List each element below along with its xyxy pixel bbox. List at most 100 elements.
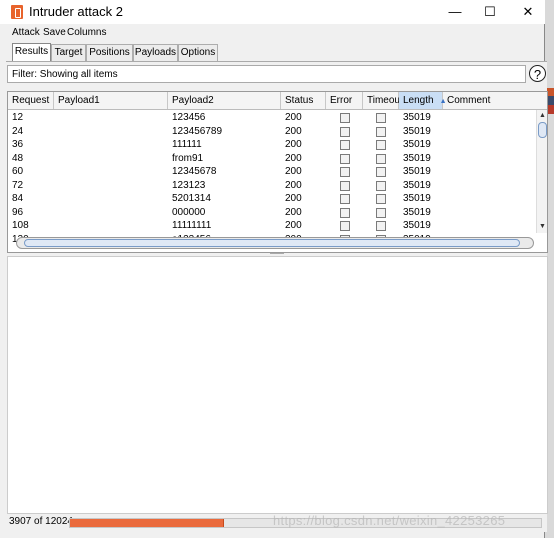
timeout-checkbox [376,167,386,177]
timeout-checkbox [376,221,386,231]
cell-status: 200 [285,206,302,218]
watermark: https://blog.csdn.net/weixin_42253265 [273,513,506,528]
cell-status: 200 [285,125,302,137]
cell-length: 35019 [403,193,431,204]
help-icon[interactable]: ? [529,65,546,82]
cell-request: 96 [12,206,24,218]
column-payload1[interactable]: Payload1 [54,92,168,109]
cell-payload2: 12345678 [172,166,217,177]
table-row[interactable]: 72 123123 200 35019 [8,179,536,193]
tab-positions[interactable]: Positions [86,44,133,61]
error-checkbox [340,167,350,177]
cell-request: 36 [12,139,24,150]
maximize-button[interactable]: ☐ [478,3,502,21]
error-checkbox [340,194,350,204]
cell-length: 35019 [403,166,431,177]
cell-status: 200 [285,220,302,231]
error-checkbox [340,180,350,191]
column-error[interactable]: Error [326,92,363,109]
error-checkbox [340,113,350,123]
column-request[interactable]: Request [8,92,54,109]
close-button[interactable]: ✕ [516,3,540,21]
cell-request: 60 [12,166,24,177]
intruder-attack-window: Intruder attack 2 — ☐ ✕ Attack Save Colu… [0,0,548,538]
error-checkbox [340,140,350,150]
cell-request: 84 [12,193,24,204]
column-status[interactable]: Status [281,92,326,109]
timeout-checkbox [376,140,386,150]
burp-app-icon [11,5,23,19]
cell-length: 35019 [403,139,431,150]
table-row[interactable]: 24 123456789 200 35019 [8,125,536,139]
table-row[interactable]: 48 from91 200 35019 [8,152,536,166]
tab-target[interactable]: Target [51,44,86,61]
cell-request: 12 [12,112,24,123]
cell-status: 200 [285,166,302,177]
column-timeout[interactable]: Timeout [363,92,403,109]
tab-options[interactable]: Options [178,44,218,61]
error-checkbox [340,126,350,137]
cell-length: 35019 [403,179,431,191]
minimize-button[interactable]: — [443,3,467,21]
table-row[interactable]: 108 11111111 200 35019 [8,219,536,233]
timeout-checkbox [376,194,386,204]
scroll-down-arrow-icon[interactable]: ▼ [538,222,547,231]
cell-status: 200 [285,139,302,150]
request-response-pane [7,256,548,514]
menu-save[interactable]: Save [43,27,66,38]
cell-payload2: 123456789 [172,125,223,137]
timeout-checkbox [376,207,386,218]
cell-payload2: from91 [172,152,204,164]
results-panel: Filter: Showing all items ? Request Payl… [6,61,548,532]
error-checkbox [340,153,350,164]
cell-length: 35019 [403,125,431,137]
cell-payload2: 000000 [172,206,206,218]
cell-length: 35019 [403,220,431,231]
timeout-checkbox [376,126,386,137]
window-title: Intruder attack 2 [29,4,123,19]
table-row[interactable]: 84 5201314 200 35019 [8,192,536,206]
cell-request: 108 [12,220,29,231]
scroll-up-arrow-icon[interactable]: ▲ [538,111,547,120]
vertical-scrollbar[interactable]: ▲ ▼ [536,110,547,233]
horizontal-scroll-thumb[interactable] [24,239,520,247]
menu-columns[interactable]: Columns [67,27,106,38]
column-comment[interactable]: Comment [443,92,547,109]
table-row[interactable]: 60 12345678 200 35019 [8,165,536,179]
vertical-scroll-thumb[interactable] [538,122,547,138]
timeout-checkbox [376,153,386,164]
cell-payload2: 111111 [172,139,202,150]
results-table: Request Payload1 Payload2 Status Error T… [7,91,548,253]
cell-length: 35019 [403,112,431,123]
cell-length: 35019 [403,206,431,218]
menu-attack[interactable]: Attack [12,27,40,38]
cell-status: 200 [285,152,302,164]
horizontal-scrollbar[interactable] [16,237,534,249]
table-row[interactable]: 96 000000 200 35019 [8,206,536,220]
title-bar: Intruder attack 2 — ☐ ✕ [0,0,545,24]
progress-count: 3907 of 12024 [9,516,73,527]
timeout-checkbox [376,180,386,191]
column-payload2[interactable]: Payload2 [168,92,281,109]
cell-payload2: 11111111 [172,220,212,231]
column-length[interactable]: Length ▲ [399,92,447,109]
cell-payload2: 123456 [172,112,206,123]
cell-request: 72 [12,179,24,191]
cell-request: 48 [12,152,24,164]
table-header: Request Payload1 Payload2 Status Error T… [8,92,547,110]
filter-bar[interactable]: Filter: Showing all items [7,65,526,83]
table-row[interactable]: 12 123456 200 35019 [8,111,536,125]
progress-bar-fill [70,519,225,527]
tab-payloads[interactable]: Payloads [133,44,178,61]
cell-payload2: 123123 [172,179,206,191]
error-checkbox [340,221,350,231]
cell-status: 200 [285,112,302,123]
error-checkbox [340,207,350,218]
cell-request: 24 [12,125,24,137]
cell-payload2: 5201314 [172,193,211,204]
cell-status: 200 [285,193,302,204]
cell-status: 200 [285,179,302,191]
menu-bar: Attack Save Columns [0,24,545,42]
tab-results[interactable]: Results [12,43,51,62]
table-row[interactable]: 36 111111 200 35019 [8,138,536,152]
